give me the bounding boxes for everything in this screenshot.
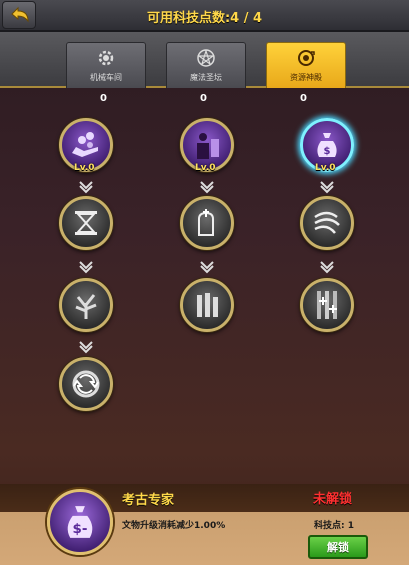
- tech-node-sparkle[interactable]: [300, 278, 354, 332]
- shadow-figure-icon: [197, 133, 219, 159]
- chevron-down-icon: [200, 181, 214, 194]
- tech-node-tombstone[interactable]: [180, 196, 234, 250]
- wind-swirl-icon: [314, 211, 340, 234]
- chevron-down-icon: [200, 261, 214, 274]
- points-label: 科技点:: [314, 521, 345, 531]
- top-bar: 可用科技点数:4 / 4: [0, 0, 409, 32]
- chevron-down-icon: [79, 181, 93, 194]
- pentagram-icon: [197, 48, 215, 67]
- chevron-down-icon: [79, 261, 93, 274]
- pillars-icon: [197, 293, 218, 317]
- tech-points-label: 可用科技点数:: [146, 11, 231, 26]
- tab-label: 机械车间: [90, 73, 122, 82]
- coins-hand-icon: [72, 132, 98, 157]
- points-required: 科技点: 1: [314, 518, 354, 531]
- tab-magic-altar[interactable]: 魔法圣坛: [166, 42, 246, 88]
- money-bag-icon: $-: [67, 506, 93, 538]
- svg-text:$-: $-: [73, 522, 88, 537]
- points-value: 1: [347, 521, 355, 531]
- node-level: Lv.0: [195, 163, 216, 173]
- gear-icon: [98, 50, 114, 66]
- tab-bar: 机械车间 魔法圣坛 资源神殿: [0, 32, 409, 88]
- tech-points-value: 4 / 4: [230, 11, 263, 26]
- column-points: 0: [100, 93, 107, 104]
- hourglass-icon: [75, 211, 97, 235]
- tech-node-hourglass[interactable]: [59, 196, 113, 250]
- column-points: 0: [200, 93, 207, 104]
- skill-name: 考古专家: [122, 493, 175, 508]
- tombstone-icon: [198, 209, 214, 236]
- tech-node-wind[interactable]: [300, 196, 354, 250]
- tab-machine-workshop[interactable]: 机械车间: [66, 42, 146, 88]
- chevron-down-icon: [320, 181, 334, 194]
- cycle-arrows-icon: [72, 370, 100, 398]
- tab-label: 资源神殿: [290, 73, 322, 82]
- sparkle-rays-icon: [317, 291, 337, 319]
- column-points: 0: [300, 93, 307, 104]
- coin-cycle-icon: [298, 50, 315, 66]
- lock-status: 未解锁: [313, 492, 353, 507]
- money-bag-icon: $: [317, 133, 337, 157]
- unlock-button[interactable]: 解锁: [308, 535, 368, 559]
- node-level: Lv.0: [74, 163, 95, 173]
- tab-resource-temple[interactable]: 资源神殿: [266, 42, 346, 88]
- tree-spirit-icon: [75, 294, 97, 319]
- chevron-down-icon: [79, 341, 93, 354]
- tab-label: 魔法圣坛: [190, 73, 222, 82]
- tech-node-tree[interactable]: [59, 278, 113, 332]
- node-level: Lv.0: [315, 163, 336, 173]
- chevron-down-icon: [320, 261, 334, 274]
- detail-skill-icon: $-: [47, 489, 113, 555]
- tech-node-cycle[interactable]: [59, 357, 113, 411]
- tech-node-pillars[interactable]: [180, 278, 234, 332]
- svg-text:$: $: [324, 146, 331, 157]
- skill-description: 文物升级消耗减少1.00%: [122, 521, 226, 531]
- page-title: 可用科技点数:4 / 4: [0, 7, 409, 26]
